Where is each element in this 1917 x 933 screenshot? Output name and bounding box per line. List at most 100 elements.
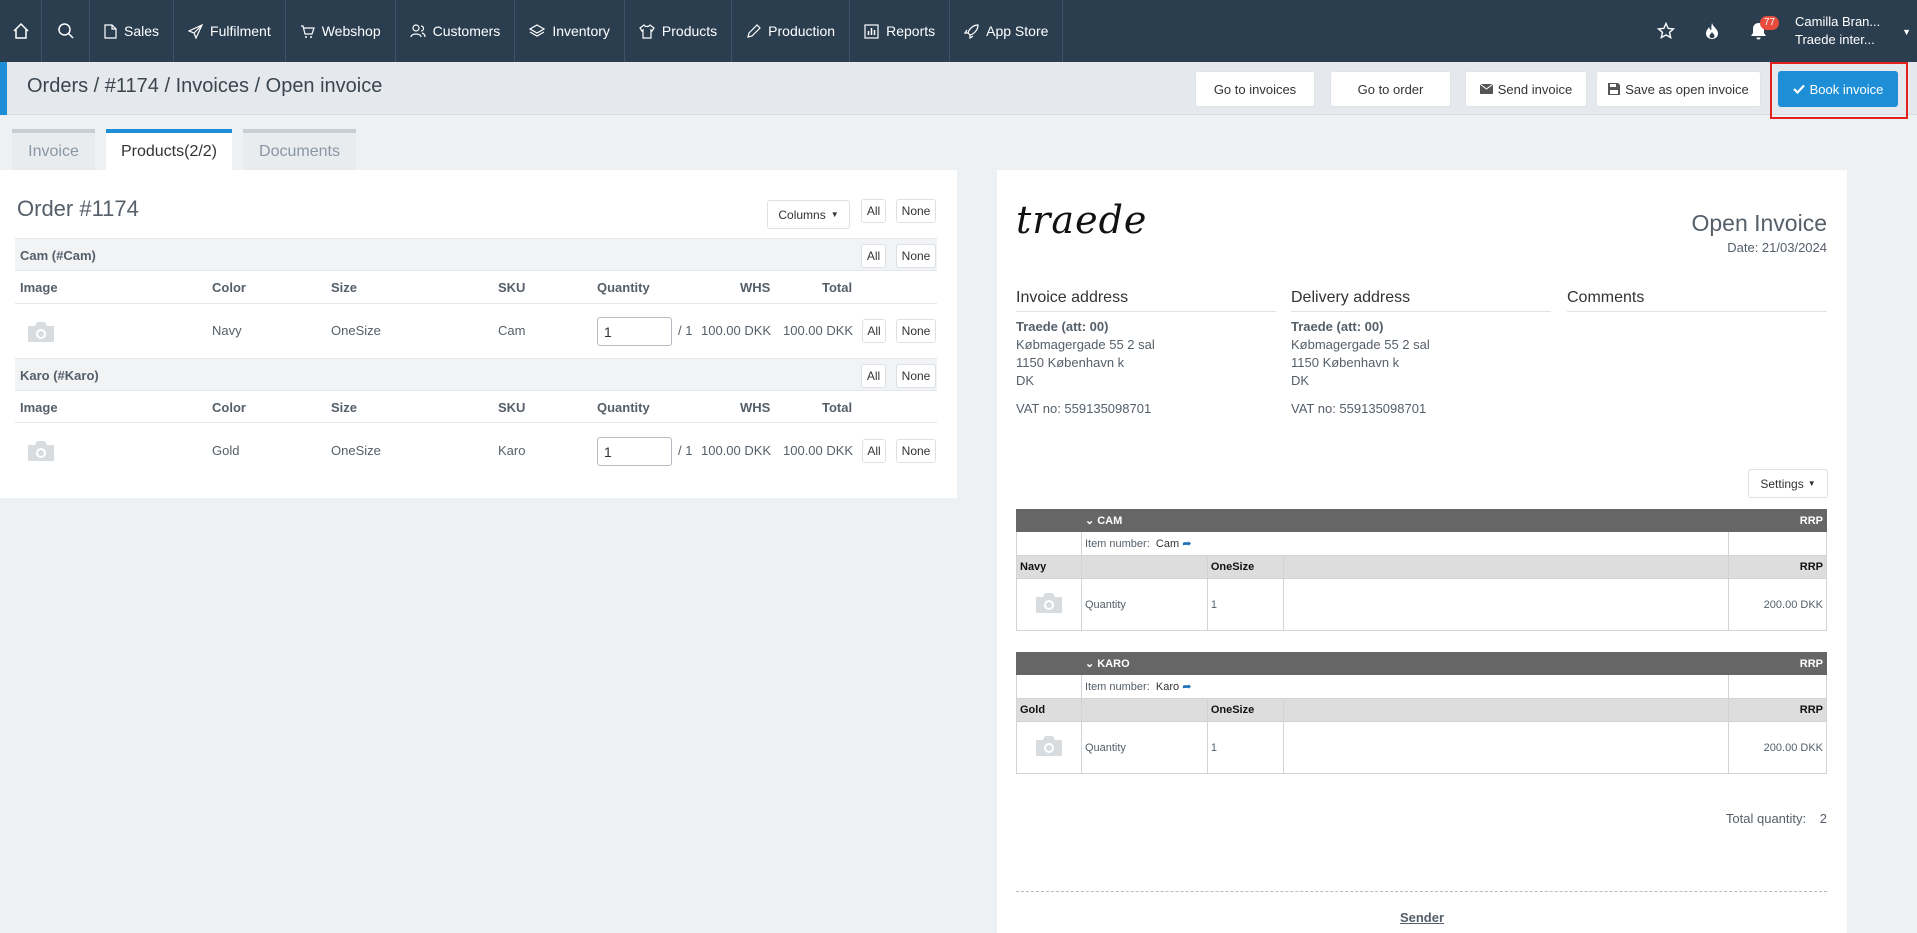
- nav-right: 77 Camilla Bran... Traede inter... ▼: [1643, 0, 1917, 62]
- home-button[interactable]: [0, 0, 42, 62]
- send-invoice-button[interactable]: Send invoice: [1465, 71, 1587, 107]
- row-none-button[interactable]: None: [896, 319, 936, 343]
- nav-inventory[interactable]: Inventory: [515, 0, 625, 62]
- tab-products[interactable]: Products(2/2): [106, 129, 232, 170]
- invoice-preview: traede Open Invoice Date: 21/03/2024 Inv…: [997, 170, 1847, 933]
- variant-header-row: Navy OneSize RRP: [1016, 555, 1827, 579]
- nav-fulfilment[interactable]: Fulfilment: [174, 0, 286, 62]
- col-image: Image: [20, 280, 58, 295]
- select-all-button[interactable]: All: [861, 199, 886, 223]
- delivery-address-heading: Delivery address: [1291, 289, 1551, 312]
- tab-documents[interactable]: Documents: [243, 129, 356, 170]
- nav-app-store-label: App Store: [986, 23, 1049, 39]
- quantity-max: / 1: [678, 323, 693, 338]
- nav-products[interactable]: Products: [625, 0, 733, 62]
- paper-plane-icon: [188, 23, 204, 39]
- col-color: Color: [212, 400, 246, 415]
- settings-dropdown[interactable]: Settings ▼: [1748, 469, 1828, 498]
- quantity-value: 1: [1206, 721, 1284, 774]
- nav-production[interactable]: Production: [732, 0, 851, 62]
- variant-color: Navy: [1016, 555, 1082, 579]
- users-icon: [410, 24, 426, 38]
- col-size: Size: [331, 400, 358, 415]
- col-color: Color: [212, 280, 246, 295]
- activity-button[interactable]: [1689, 0, 1735, 62]
- rrp-label: RRP: [1799, 514, 1823, 527]
- item-number-row: Item number: Karo ➦: [1016, 674, 1827, 699]
- columns-dropdown[interactable]: Columns ▼: [767, 200, 850, 229]
- group-all-button[interactable]: All: [861, 244, 886, 268]
- select-none-label: None: [901, 204, 931, 218]
- group-none-label: None: [901, 369, 931, 383]
- go-to-invoices-button[interactable]: Go to invoices: [1195, 71, 1315, 107]
- envelope-icon: [1479, 84, 1493, 94]
- row-all-button[interactable]: All: [862, 319, 886, 343]
- tab-invoice-label: Invoice: [28, 142, 79, 160]
- share-arrow-icon[interactable]: ➦: [1182, 538, 1191, 550]
- nav-customers[interactable]: Customers: [396, 0, 516, 62]
- nav-webshop[interactable]: Webshop: [286, 0, 396, 62]
- search-button[interactable]: [42, 0, 90, 62]
- caret-down-icon: ▼: [830, 210, 839, 219]
- row-none-button[interactable]: None: [896, 439, 936, 463]
- delivery-vat: VAT no: 559135098701: [1291, 401, 1427, 416]
- sender-heading: Sender: [1399, 910, 1445, 925]
- highlight-box: [1770, 62, 1908, 119]
- variant-header-row: Gold OneSize RRP: [1016, 698, 1827, 722]
- group-all-button[interactable]: All: [861, 364, 886, 388]
- save-open-invoice-button[interactable]: Save as open invoice: [1596, 71, 1761, 107]
- user-menu[interactable]: Camilla Bran... Traede inter... ▼: [1781, 13, 1917, 49]
- layers-icon: [529, 24, 546, 37]
- nav-fulfilment-label: Fulfilment: [210, 23, 271, 39]
- caret-down-icon: ▼: [1902, 27, 1911, 37]
- tab-invoice[interactable]: Invoice: [12, 129, 95, 170]
- rrp-label: RRP: [1728, 698, 1827, 722]
- favorites-button[interactable]: [1643, 0, 1689, 62]
- group-none-button[interactable]: None: [896, 244, 936, 268]
- item-sku: Cam: [498, 323, 526, 338]
- variant-color: Gold: [1016, 698, 1082, 722]
- go-to-order-button[interactable]: Go to order: [1330, 71, 1451, 107]
- select-none-button[interactable]: None: [896, 199, 936, 223]
- col-sku: SKU: [498, 400, 526, 415]
- product-header-row: ⌄ KARO RRP: [1016, 652, 1827, 675]
- nav-app-store[interactable]: App Store: [950, 0, 1064, 62]
- item-size: OneSize: [331, 443, 381, 458]
- nav-reports[interactable]: Reports: [850, 0, 951, 62]
- col-quantity: Quantity: [597, 400, 650, 415]
- address-country: DK: [1016, 373, 1035, 388]
- item-whs: 100.00 DKK: [701, 443, 772, 458]
- item-number-label: Item number:: [1084, 538, 1150, 550]
- item-size: OneSize: [331, 323, 381, 338]
- group-none-button[interactable]: None: [896, 364, 936, 388]
- quantity-value: 1: [1206, 578, 1284, 631]
- share-arrow-icon[interactable]: ➦: [1182, 681, 1191, 693]
- search-icon: [57, 23, 74, 39]
- row-none-label: None: [901, 324, 931, 338]
- rocket-icon: [964, 23, 979, 39]
- nav-sales[interactable]: Sales: [90, 0, 175, 62]
- notifications-button[interactable]: 77: [1735, 0, 1781, 62]
- rrp-label: RRP: [1728, 555, 1827, 579]
- quantity-input[interactable]: 1: [597, 437, 672, 466]
- invoice-title: Open Invoice: [1691, 210, 1827, 236]
- quantity-row: Quantity 1 200.00 DKK: [1016, 721, 1827, 774]
- variant-size: OneSize: [1206, 698, 1284, 722]
- camera-icon: [28, 322, 54, 342]
- comments-heading: Comments: [1567, 289, 1827, 312]
- total-quantity-value: 2: [1819, 811, 1827, 826]
- quantity-max: / 1: [678, 443, 693, 458]
- item-whs: 100.00 DKK: [701, 323, 772, 338]
- quantity-label: Quantity: [1080, 721, 1208, 774]
- top-nav: Sales Fulfilment Webshop Customers Inven…: [0, 0, 1917, 62]
- row-all-button[interactable]: All: [862, 439, 886, 463]
- order-title: Order #1174: [17, 196, 139, 221]
- chevron-down-icon[interactable]: ⌄: [1085, 658, 1094, 670]
- col-whs: WHS: [740, 400, 771, 415]
- variant-size: OneSize: [1206, 555, 1284, 579]
- product-header-row: ⌄ CAM RRP: [1016, 509, 1827, 532]
- notification-badge: 77: [1760, 16, 1780, 30]
- address-country: DK: [1291, 373, 1310, 388]
- quantity-input[interactable]: 1: [597, 317, 672, 346]
- chevron-down-icon[interactable]: ⌄: [1085, 515, 1094, 527]
